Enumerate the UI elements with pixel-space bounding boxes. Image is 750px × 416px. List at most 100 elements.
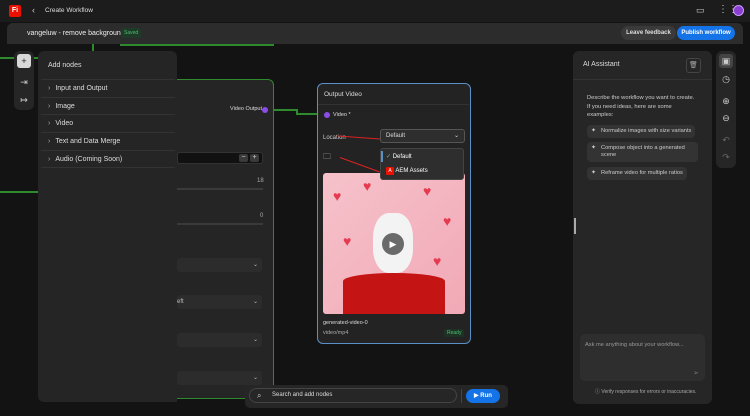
category-text-data-merge[interactable]: › Text and Data Merge [41, 132, 175, 150]
location-dropdown-menu: ✓ Default A AEM Assets [380, 148, 464, 180]
ai-intro: Describe the workflow you want to create… [587, 95, 695, 118]
decrement-button[interactable]: − [239, 154, 248, 162]
import-icon[interactable]: ⇥ [17, 75, 31, 89]
status-badge: Ready [444, 329, 465, 337]
redo-icon[interactable]: ↷ [719, 150, 733, 164]
option-label: Default [392, 154, 412, 160]
undo-icon[interactable]: ↶ [719, 133, 733, 147]
send-icon[interactable]: ➢ [693, 369, 699, 377]
connector [296, 113, 317, 115]
divider [573, 79, 712, 80]
dropdown-value: eft [177, 299, 184, 305]
zoom-in-icon[interactable]: ⊕ [719, 94, 733, 108]
chat-placeholder: Ask me anything about your workflow... [585, 342, 684, 348]
divider [461, 389, 462, 403]
example-chip[interactable]: ✦ Reframe video for multiple ratios [587, 167, 687, 180]
category-label: Image [55, 103, 75, 110]
output-video-node[interactable]: Output Video Video * Location Default ⌄ 🗀… [317, 83, 471, 344]
disclaimer: ⓘ Verify responses for errors or inaccur… [595, 388, 696, 395]
leave-feedback-button[interactable]: Leave feedback [621, 26, 676, 40]
dropdown[interactable]: ⌄ [177, 258, 262, 272]
chevron-down-icon: ⌄ [453, 133, 459, 139]
panel-title: AI Assistant [583, 61, 620, 68]
category-video[interactable]: › Video [41, 114, 175, 132]
search-icon: ⌕ [257, 391, 262, 400]
option-label: AEM Assets [395, 168, 428, 174]
video-preview[interactable]: ♥ ♥ ♥ ♥ ♥ ♥ ▶ [323, 173, 465, 314]
chip-label: Compose object into a generated scene [601, 145, 685, 158]
right-toolbar: ▣ ◷ ⊕ ⊖ ↶ ↷ [716, 51, 736, 168]
category-label: Video [55, 120, 74, 127]
example-chip[interactable]: ✦ Compose object into a generated scene [587, 142, 698, 162]
increment-button[interactable]: + [250, 154, 259, 162]
history-icon[interactable]: ◷ [719, 72, 733, 86]
check-icon: ✓ [386, 154, 393, 160]
play-icon[interactable]: ▶ [382, 233, 404, 255]
search-placeholder: Search and add nodes [272, 392, 333, 398]
publish-workflow-button[interactable]: Publish workflow [677, 26, 735, 40]
ai-assistant-panel: AI Assistant 🗑 Describe the workflow you… [573, 51, 712, 404]
video-output-port[interactable] [262, 107, 268, 113]
sparkle-icon: ✦ [591, 145, 597, 151]
annotation-arrow [339, 157, 380, 173]
video-input-label: Video * [333, 112, 351, 118]
panel-title: Add nodes [48, 62, 82, 69]
node-title: Output Video [324, 91, 362, 98]
video-input-port[interactable] [324, 112, 330, 118]
workflow-name[interactable]: vangeluw - remove background [27, 30, 125, 37]
export-icon[interactable]: ↦ [17, 93, 31, 107]
aem-icon: A [386, 167, 394, 175]
back-chevron-icon[interactable]: ‹ [32, 5, 35, 15]
workflow-header: vangeluw - remove background Saved Leave… [7, 23, 743, 44]
dropdown[interactable]: ⌄ [177, 333, 262, 347]
add-nodes-panel: Add nodes › Input and Output › Image › Vide… [38, 51, 177, 402]
add-icon[interactable]: + [17, 54, 31, 68]
option-default[interactable]: ✓ Default [386, 153, 412, 160]
file-type: video/mp4 [323, 330, 349, 336]
chip-label: Normalize images with size variants [601, 128, 692, 134]
slider[interactable] [177, 223, 263, 225]
ai-chat-input[interactable]: Ask me anything about your workflow... ➢ [580, 334, 705, 381]
sparkle-icon: ✦ [591, 170, 597, 176]
example-chip[interactable]: ✦ Normalize images with size variants [587, 125, 696, 138]
slider-value: 0 [260, 213, 264, 219]
pedestal [343, 273, 445, 314]
category-audio[interactable]: › Audio (Coming Soon) [41, 150, 175, 168]
app-title: Create Workflow [45, 7, 93, 14]
zoom-out-icon[interactable]: ⊖ [719, 111, 733, 125]
ai-chat-icon[interactable]: ▣ [719, 54, 733, 68]
divider [318, 104, 469, 105]
app-logo[interactable]: Fi [9, 5, 21, 17]
location-value: Default [386, 133, 406, 139]
resize-handle[interactable] [574, 218, 576, 234]
left-toolbar: + ⇥ ↦ [14, 51, 34, 110]
slider[interactable] [177, 188, 263, 190]
bottom-bar: ⌕ Search and add nodes ▶ Run [245, 385, 508, 408]
top-bar: Fi ‹ Create Workflow ▭ ⋮⋮ [0, 0, 750, 22]
category-label: Input and Output [55, 85, 108, 92]
location-select[interactable]: Default ⌄ [380, 129, 465, 143]
chat-icon[interactable]: ▭ [696, 5, 705, 16]
trash-icon[interactable]: 🗑 [686, 58, 701, 73]
category-image[interactable]: › Image [41, 97, 175, 115]
category-label: Text and Data Merge [55, 138, 121, 145]
search-nodes-input[interactable]: ⌕ Search and add nodes [249, 388, 457, 403]
selection-indicator [381, 151, 383, 162]
category-label: Audio (Coming Soon) [55, 156, 123, 163]
folder-icon[interactable]: 🗀 [323, 151, 331, 165]
disclaimer-text: Verify responses for errors or inaccurac… [601, 389, 697, 395]
avatar[interactable] [733, 5, 744, 16]
option-aem-assets[interactable]: A AEM Assets [386, 167, 428, 175]
connector [274, 109, 296, 111]
dropdown[interactable]: ⌄ [177, 371, 262, 385]
connector [120, 44, 274, 46]
video-output-label: Video Output [230, 106, 263, 112]
connector [0, 191, 38, 193]
slider-value: 18 [257, 178, 264, 184]
category-input-output[interactable]: › Input and Output [41, 79, 175, 97]
number-stepper[interactable]: − + [177, 152, 263, 164]
run-label: Run [480, 393, 492, 399]
dropdown[interactable]: eft ⌄ [177, 295, 262, 309]
chip-label: Reframe video for multiple ratios [601, 170, 683, 176]
run-button[interactable]: ▶ Run [466, 389, 500, 403]
